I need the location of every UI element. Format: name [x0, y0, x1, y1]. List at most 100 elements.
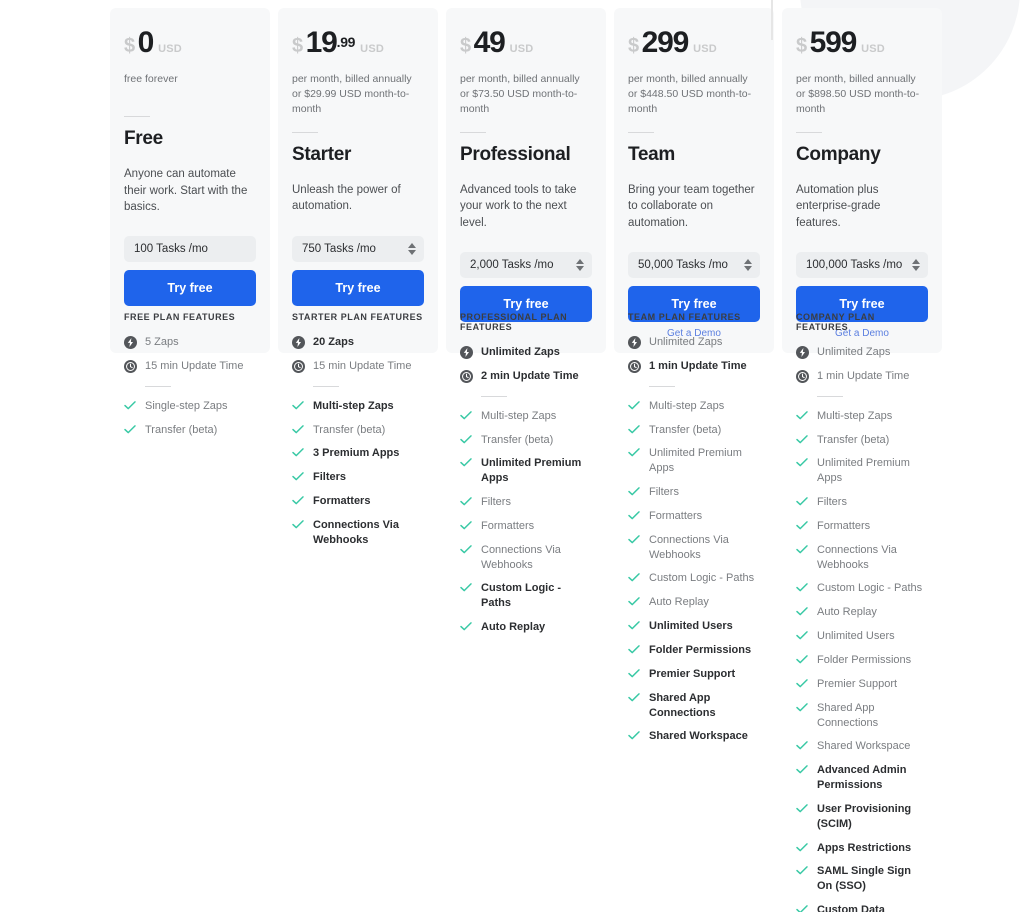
- core-feature-label: 5 Zaps: [145, 336, 179, 348]
- check-icon: [292, 400, 305, 410]
- feature-label: Transfer (beta): [313, 423, 386, 436]
- check-icon: [628, 692, 641, 702]
- check-icon: [796, 804, 809, 813]
- plan-billing-line1: per month, billed annually: [292, 73, 412, 85]
- check-icon: [460, 622, 473, 631]
- check-icon: [628, 400, 641, 410]
- plan-billing-note: per month, billed annually or $448.50 USD…: [628, 72, 760, 118]
- feature-column-heading: TEAM PLAN FEATURES: [628, 312, 741, 322]
- tasks-select[interactable]: 100 Tasks /mo: [124, 236, 256, 263]
- plan-description: Unleash the power of automation.: [292, 183, 401, 213]
- clock-icon: [460, 369, 473, 383]
- check-icon: [628, 668, 641, 678]
- feature-row: Transfer (beta): [292, 423, 424, 438]
- feature-label: Multi-step Zaps: [817, 409, 893, 422]
- currency-symbol: $: [292, 35, 303, 57]
- plan-billing-note: per month, billed annually or $29.99 USD …: [292, 72, 424, 118]
- feature-row: Transfer (beta): [124, 423, 256, 438]
- plan-card-free: $0 USD free forever Free Anyone can automate…: [110, 8, 270, 353]
- feature-row: Filters: [628, 485, 760, 500]
- feature-label: Connections Via Webhooks: [649, 533, 729, 561]
- stepper-arrows-icon[interactable]: [744, 258, 752, 271]
- feature-label: Custom Logic - Paths: [817, 582, 923, 595]
- feature-label: Custom Data Retention: [817, 904, 885, 912]
- currency-symbol: $: [628, 35, 639, 57]
- tasks-select[interactable]: 50,000 Tasks /mo: [628, 251, 760, 278]
- feature-row: Transfer (beta): [628, 423, 760, 438]
- feature-label: Transfer (beta): [817, 433, 890, 446]
- feature-label: 3 Premium Apps: [313, 447, 400, 460]
- stepper-arrows-icon[interactable]: [912, 258, 920, 271]
- feature-column-row: FREE PLAN FEATURES 5 Zaps 15 min Update Ti…: [110, 312, 1022, 912]
- check-icon: [628, 621, 641, 630]
- check-icon: [628, 573, 641, 582]
- zap-icon: [292, 336, 305, 349]
- plan-price: $0 USD: [124, 28, 256, 62]
- feature-label: Shared App Connections: [817, 701, 879, 729]
- try-free-button[interactable]: Try free: [292, 269, 424, 306]
- check-icon: [796, 741, 809, 750]
- feature-label: Folder Permissions: [817, 653, 912, 666]
- plan-name: Team: [628, 143, 676, 165]
- feature-row: Auto Replay: [460, 620, 592, 635]
- feature-label: Formatters: [649, 509, 703, 522]
- tasks-select-value: 100,000 Tasks /mo: [806, 258, 903, 271]
- core-feature-row: 1 min Update Time: [796, 369, 928, 384]
- feature-label: Filters: [313, 471, 347, 484]
- check-icon: [796, 497, 809, 506]
- check-icon: [796, 458, 809, 467]
- feature-column-company: COMPANY PLAN FEATURES Unlimited Zaps 1 min…: [782, 312, 942, 912]
- core-feature-row: 15 min Update Time: [292, 359, 424, 374]
- feature-row: 3 Premium Apps: [292, 446, 424, 461]
- feature-label: Unlimited Premium Apps: [481, 457, 582, 485]
- feature-column-team: TEAM PLAN FEATURES Unlimited Zaps 1 min Up…: [614, 312, 774, 912]
- check-icon: [460, 521, 473, 530]
- core-feature-row: 15 min Update Time: [124, 359, 256, 374]
- divider: [796, 131, 822, 133]
- feature-row: Transfer (beta): [460, 433, 592, 448]
- feature-row: Multi-step Zaps: [292, 399, 424, 414]
- currency-symbol: $: [796, 35, 807, 57]
- feature-label: Folder Permissions: [649, 643, 752, 656]
- feature-row: Auto Replay: [796, 605, 928, 620]
- stepper-arrows-icon[interactable]: [576, 258, 584, 271]
- feature-label: SAML Single Sign On (SSO): [817, 865, 911, 893]
- check-icon: [796, 678, 809, 688]
- feature-row: Formatters: [796, 519, 928, 534]
- check-icon: [796, 765, 809, 774]
- feature-row: SAML Single Sign On (SSO): [796, 864, 928, 894]
- feature-label: Auto Replay: [481, 621, 546, 634]
- feature-row: Transfer (beta): [796, 433, 928, 448]
- tasks-select[interactable]: 2,000 Tasks /mo: [460, 251, 592, 278]
- try-free-button[interactable]: Try free: [124, 270, 256, 307]
- plan-price: $49 USD: [460, 28, 592, 62]
- core-feature-label: 2 min Update Time: [481, 369, 579, 382]
- feature-row: Auto Replay: [628, 595, 760, 610]
- stepper-arrows-icon[interactable]: [408, 242, 416, 255]
- core-feature-row: 5 Zaps: [124, 335, 256, 350]
- feature-row: Filters: [796, 495, 928, 510]
- clock-icon: [796, 369, 809, 383]
- feature-label: Filters: [649, 486, 679, 499]
- plan-billing-note: per month, billed annually or $898.50 USD…: [796, 72, 928, 118]
- plan-card-company: $599 USD per month, billed annually or $898…: [782, 8, 942, 353]
- tasks-select[interactable]: 750 Tasks /mo: [292, 235, 424, 262]
- check-icon: [796, 521, 809, 530]
- check-icon: [796, 655, 809, 664]
- tasks-select[interactable]: 100,000 Tasks /mo: [796, 251, 928, 278]
- plan-billing-line1: per month, billed annually: [628, 73, 748, 85]
- feature-row: Custom Logic - Paths: [460, 581, 592, 611]
- feature-label: Transfer (beta): [649, 423, 722, 436]
- core-feature-label: 15 min Update Time: [145, 359, 244, 372]
- feature-divider: [313, 385, 339, 387]
- feature-label: Multi-step Zaps: [313, 399, 394, 412]
- feature-label: Formatters: [313, 495, 371, 508]
- check-icon: [460, 434, 473, 444]
- currency-code: USD: [158, 43, 182, 55]
- feature-row: Shared App Connections: [796, 701, 928, 731]
- feature-row: Folder Permissions: [628, 643, 760, 658]
- scrollbar-rail[interactable]: [771, 0, 773, 40]
- feature-row: Premier Support: [796, 677, 928, 692]
- core-feature-row: Unlimited Zaps: [796, 345, 928, 360]
- feature-label: Premier Support: [649, 667, 736, 680]
